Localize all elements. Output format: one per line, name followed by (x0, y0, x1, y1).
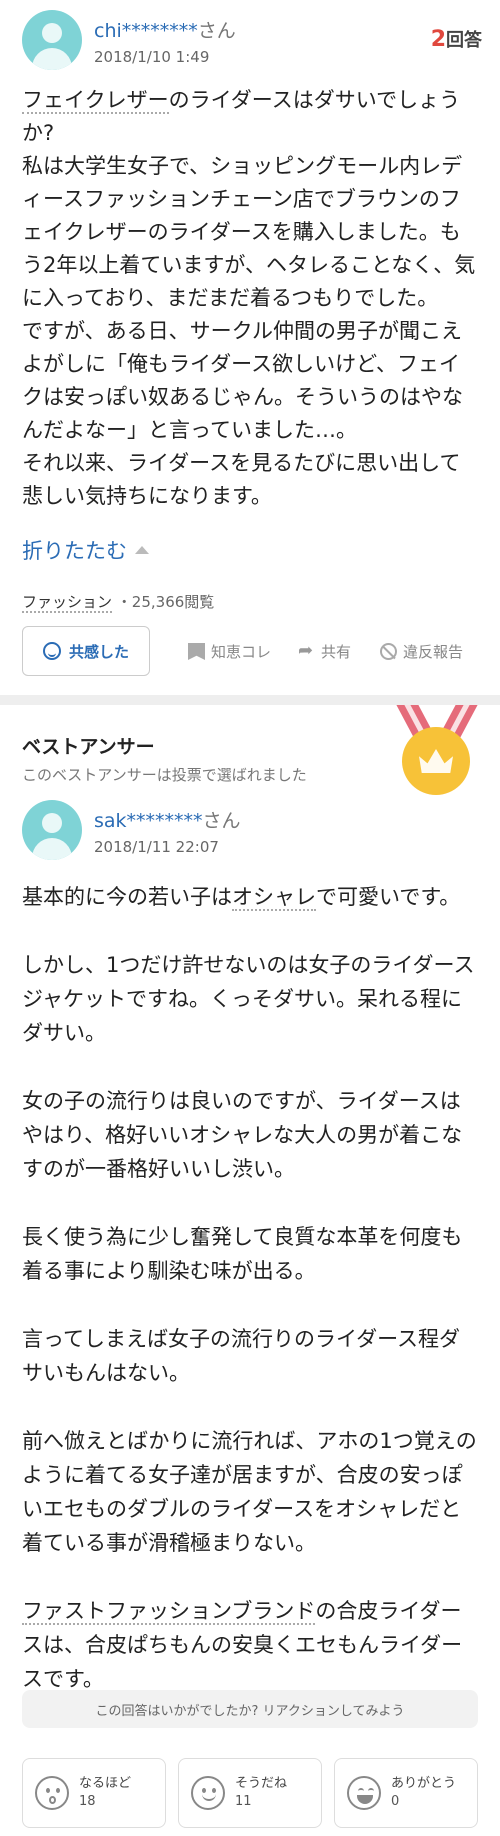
medal-icon (396, 705, 478, 805)
reaction-label: なるほど (79, 1776, 132, 1791)
reaction-arigatou-button[interactable]: ありがとう 0 (334, 1758, 478, 1828)
reaction-count: 18 (79, 1794, 96, 1809)
keyword-link[interactable]: フェイクレザー (22, 88, 169, 114)
keyword-link[interactable]: オシャレ (232, 885, 316, 911)
question-body: 私は大学生女子で、ショッピングモール内レディースファッションチェーン店でブラウン… (22, 154, 476, 508)
triangle-up-icon (135, 546, 149, 554)
best-answer-title: ベストアンサー (22, 736, 155, 758)
answer-paragraph: 長く使う為に少し奮発して良質な本革を何度も着る事により馴染む味が出る。 (22, 1225, 463, 1283)
share-icon (298, 640, 315, 661)
bookmark-icon (188, 643, 205, 660)
smile-face-icon (191, 1776, 225, 1810)
ban-icon (380, 643, 397, 660)
keyword-link[interactable]: ファストファッションブランド (22, 1599, 316, 1625)
answer-paragraph: 言ってしまえば女子の流行りのライダース程ダサいもんはない。 (22, 1327, 461, 1385)
chiebukuro-button[interactable]: 知恵コレ (188, 641, 271, 662)
answer-header: sak********さん 2018/1/11 22:07 (22, 800, 322, 862)
user-avatar[interactable] (22, 800, 82, 860)
reaction-label: ありがとう (391, 1776, 457, 1791)
report-button[interactable]: 違反報告 (380, 641, 463, 662)
question-title: フェイクレザーのライダースはダサいでしょうか? (22, 88, 461, 145)
answer-paragraph: ファストファッションブランドの合皮ライダースは、合皮ぱちもんの安臭くエセもんライ… (22, 1599, 463, 1691)
section-divider (0, 695, 500, 705)
question-date: 2018/1/10 1:49 (94, 48, 210, 66)
answer-paragraph: 基本的に今の若い子はオシャレで可愛いです。 (22, 885, 461, 911)
answer-paragraph: 前へ倣えとばかりに流行れば、アホの1つ覚えのように着てる女子達が居ますが、合皮の… (22, 1429, 477, 1555)
share-button[interactable]: 共有 (298, 640, 351, 662)
best-answer-subtitle: このベストアンサーは投票で選ばれました (22, 766, 307, 784)
user-avatar[interactable] (22, 10, 82, 70)
answer-body: 基本的に今の若い子はオシャレで可愛いです。 しかし、1つだけ許せないのは女子のラ… (22, 880, 478, 1730)
reaction-soudane-button[interactable]: そうだね 11 (178, 1758, 322, 1828)
empathy-button[interactable]: 共感した (22, 626, 150, 676)
reaction-label: そうだね (235, 1776, 288, 1791)
answer-paragraph: しかし、1つだけ許せないのは女子のライダースジャケットですね。くっそダサい。呆れ… (22, 953, 475, 1045)
view-count: ・25,366閲覧 (116, 593, 215, 611)
crown-icon (419, 749, 453, 773)
answers-count[interactable]: 2回答 (431, 26, 482, 52)
reaction-prompt: この回答はいかがでしたか? リアクションしてみよう (22, 1690, 478, 1728)
answer-paragraph: 女の子の流行りは良いのですが、ライダースはやはり、格好いいオシャレな大人の男が着… (22, 1089, 463, 1181)
answer-user-name[interactable]: sak********さん (94, 806, 241, 833)
reaction-buttons: なるほど 18 そうだね 11 ありがとう 0 (22, 1758, 478, 1828)
answer-date: 2018/1/11 22:07 (94, 838, 219, 856)
reaction-count: 0 (391, 1794, 400, 1809)
question-header: chi********さん 2018/1/10 1:49 2回答 (22, 10, 482, 72)
reaction-naruhodo-button[interactable]: なるほど 18 (22, 1758, 166, 1828)
question-meta: ファッション ・25,366閲覧 (22, 591, 215, 613)
smile-icon (42, 642, 61, 660)
collapse-button[interactable]: 折りたたむ (22, 535, 149, 565)
question-user-name[interactable]: chi********さん (94, 16, 236, 43)
grin-face-icon (347, 1776, 381, 1810)
category-link[interactable]: ファッション (22, 593, 113, 613)
reaction-count: 11 (235, 1794, 252, 1809)
surprised-face-icon (35, 1776, 69, 1810)
